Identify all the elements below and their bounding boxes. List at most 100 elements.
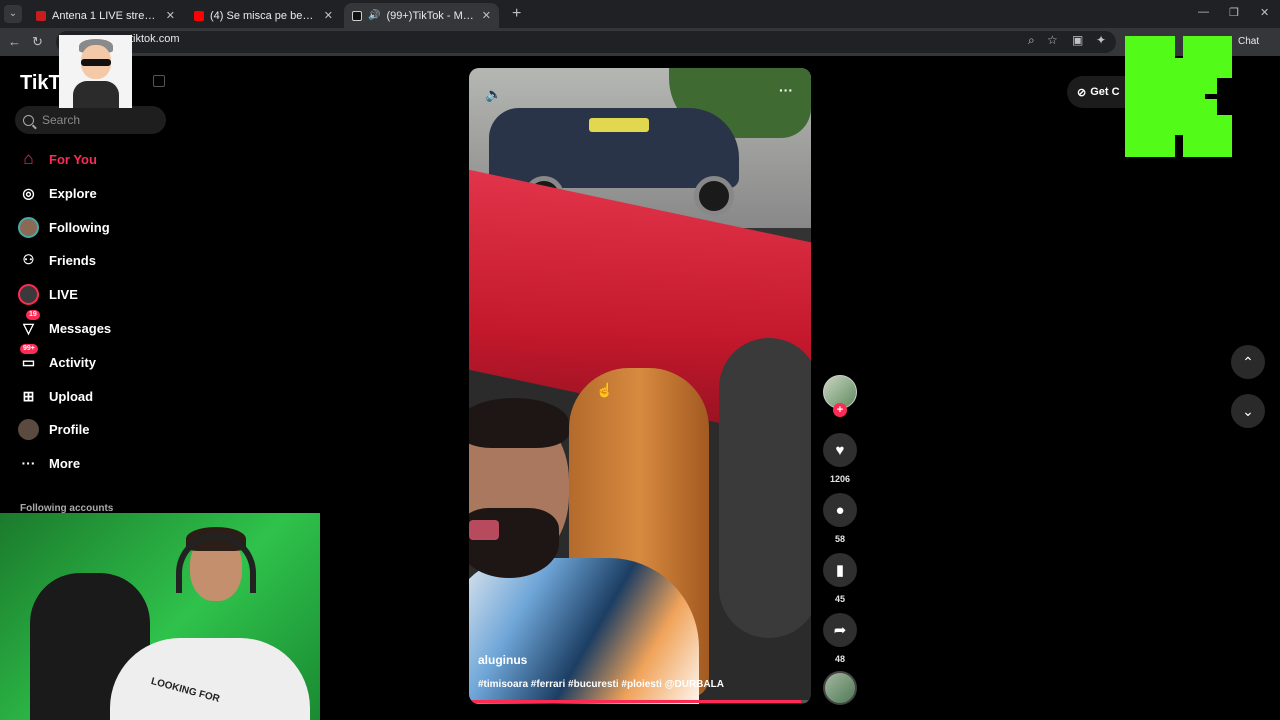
comment-icon: ● (835, 501, 845, 519)
comment-button[interactable]: ● (823, 493, 857, 527)
search-input[interactable]: Search (15, 106, 166, 134)
close-tab-icon[interactable]: ✕ (324, 9, 333, 22)
friends-icon: ⚇ (22, 252, 35, 267)
avatar-body (73, 81, 119, 108)
search-icon (23, 114, 34, 126)
collapse-sidebar-icon[interactable] (153, 75, 165, 87)
volume-icon[interactable]: 🔈 (485, 86, 502, 103)
chevron-up-icon: ⌃ (1242, 353, 1254, 370)
sidebar-item-label: Upload (49, 388, 94, 404)
live-icon (18, 283, 39, 305)
mouse-cursor-icon: ☝ (596, 382, 614, 398)
webcam-overlay: LOOKING FOR (0, 513, 320, 720)
paper-plane-icon: ▽ 19 (18, 309, 40, 339)
avatar-sunglasses (81, 59, 111, 66)
browser-address-bar: ← ↻ tiktok.com ⌕ ☆ ▣ ✦ (0, 28, 1280, 56)
sidebar-item-following[interactable]: Following (18, 215, 110, 239)
reload-icon[interactable]: ↻ (32, 34, 43, 50)
close-tab-icon[interactable]: ✕ (166, 9, 175, 22)
sidebar-item-label: Messages (49, 320, 112, 336)
like-count: 1206 (829, 474, 851, 484)
extension-icon[interactable]: ▣ (1072, 33, 1083, 47)
close-window-button[interactable]: ✕ (1260, 6, 1269, 19)
more-options-icon[interactable]: ··· (779, 82, 793, 98)
next-video-button[interactable]: ⌄ (1231, 394, 1265, 428)
like-button[interactable]: ♥ (823, 433, 857, 467)
bookmark-icon: ▮ (835, 562, 845, 579)
kick-logo-shape (1125, 36, 1232, 157)
chat-button[interactable]: Chat (1238, 36, 1259, 47)
screen: ⌄ Antena 1 LIVE stream. Vezi online ✕ (4… (0, 0, 1280, 720)
zoom-icon[interactable]: ⌕ (1028, 33, 1035, 48)
tab-search-button[interactable]: ⌄ (4, 5, 22, 23)
video-seat-dark (719, 338, 811, 638)
search-placeholder: Search (42, 113, 81, 127)
minimize-button[interactable]: — (1198, 6, 1209, 18)
profile-avatar-icon (18, 418, 39, 440)
streamer-cartoon-avatar (59, 35, 132, 108)
sidebar-item-live[interactable]: LIVE (18, 282, 78, 306)
share-arrow-icon: ➦ (833, 622, 847, 639)
sidebar-item-label: LIVE (49, 286, 78, 302)
original-sound-disc[interactable] (823, 671, 857, 705)
youtube-favicon-icon (194, 10, 204, 21)
compass-icon: ◎ (22, 184, 35, 201)
sidebar-item-for-you[interactable]: ⌂ For You (18, 147, 97, 171)
tab-title: (4) Se misca pe beat - YouTube (210, 9, 318, 22)
sidebar-item-explore[interactable]: ◎ Explore (18, 181, 96, 205)
sidebar-item-activity[interactable]: ▭ 99+ Activity (18, 343, 96, 374)
sidebar-item-more[interactable]: ··· More (18, 451, 81, 475)
more-dots-icon: ··· (21, 455, 36, 471)
antena1-favicon-icon (36, 10, 46, 21)
sidebar-item-label: More (49, 455, 81, 471)
sidebar-item-profile[interactable]: Profile (18, 417, 89, 441)
omnibox[interactable] (56, 31, 1116, 53)
video-person-sunglasses (469, 520, 499, 540)
plus-square-icon: ⊞ (22, 387, 35, 404)
close-tab-icon[interactable]: ✕ (482, 9, 491, 22)
tab-antena1[interactable]: Antena 1 LIVE stream. Vezi online ✕ (28, 3, 183, 28)
taxi-wheel (694, 176, 734, 216)
video-author[interactable]: aluginus (478, 653, 527, 667)
activity-badge: 99+ (20, 343, 38, 354)
url-text[interactable]: tiktok.com (130, 33, 180, 45)
puzzle-icon[interactable]: ✦ (1096, 33, 1106, 47)
sidebar-item-label: Friends (49, 252, 96, 268)
sidebar-item-label: Profile (49, 421, 90, 437)
get-coins-label: Get C (1090, 86, 1120, 98)
follow-plus-icon[interactable]: + (833, 403, 847, 417)
tab-youtube[interactable]: (4) Se misca pe beat - YouTube ✕ (186, 3, 341, 28)
comment-count: 58 (834, 534, 845, 544)
taxi-sign (589, 118, 649, 132)
video-progress-bar[interactable] (469, 700, 811, 703)
save-count: 45 (834, 594, 845, 604)
messages-badge: 19 (26, 309, 40, 320)
video-hashtags[interactable]: #timisoara #ferrari #bucuresti #ploiesti… (478, 679, 724, 690)
share-button[interactable]: ➦ (823, 613, 857, 647)
tab-title: (99+)TikTok - Make Your Day (386, 9, 475, 22)
video-person-hair (469, 398, 569, 448)
sidebar-item-label: For You (49, 151, 97, 167)
sidebar-item-upload[interactable]: ⊞ Upload (18, 384, 93, 408)
speaker-icon[interactable]: 🔊 (368, 10, 380, 21)
chevron-down-icon: ⌄ (1242, 402, 1254, 419)
sidebar-item-messages[interactable]: ▽ 19 Messages (18, 309, 112, 340)
video-progress-fill (469, 700, 801, 703)
video-player[interactable]: 🔈 ··· aluginus #timisoara #ferrari #bucu… (469, 68, 811, 704)
following-avatar-icon (18, 216, 39, 238)
maximize-button[interactable]: ❐ (1229, 6, 1239, 19)
inbox-icon: ▭ 99+ (18, 343, 39, 373)
tab-tiktok[interactable]: 🔊 (99+)TikTok - Make Your Day ✕ (344, 3, 499, 28)
tiktok-favicon-icon (352, 10, 362, 21)
share-count: 48 (834, 654, 845, 664)
bookmark-star-icon[interactable]: ☆ (1047, 33, 1058, 47)
previous-video-button[interactable]: ⌃ (1231, 345, 1265, 379)
save-button[interactable]: ▮ (823, 553, 857, 587)
coin-icon: ⊘ (1077, 86, 1087, 99)
new-tab-button[interactable]: + (512, 5, 521, 23)
browser-tab-bar: ⌄ Antena 1 LIVE stream. Vezi online ✕ (4… (0, 0, 1280, 28)
back-icon[interactable]: ← (8, 34, 21, 49)
sidebar-item-friends[interactable]: ⚇ Friends (18, 248, 96, 272)
kick-logo (1125, 36, 1232, 157)
home-icon: ⌂ (23, 149, 34, 168)
